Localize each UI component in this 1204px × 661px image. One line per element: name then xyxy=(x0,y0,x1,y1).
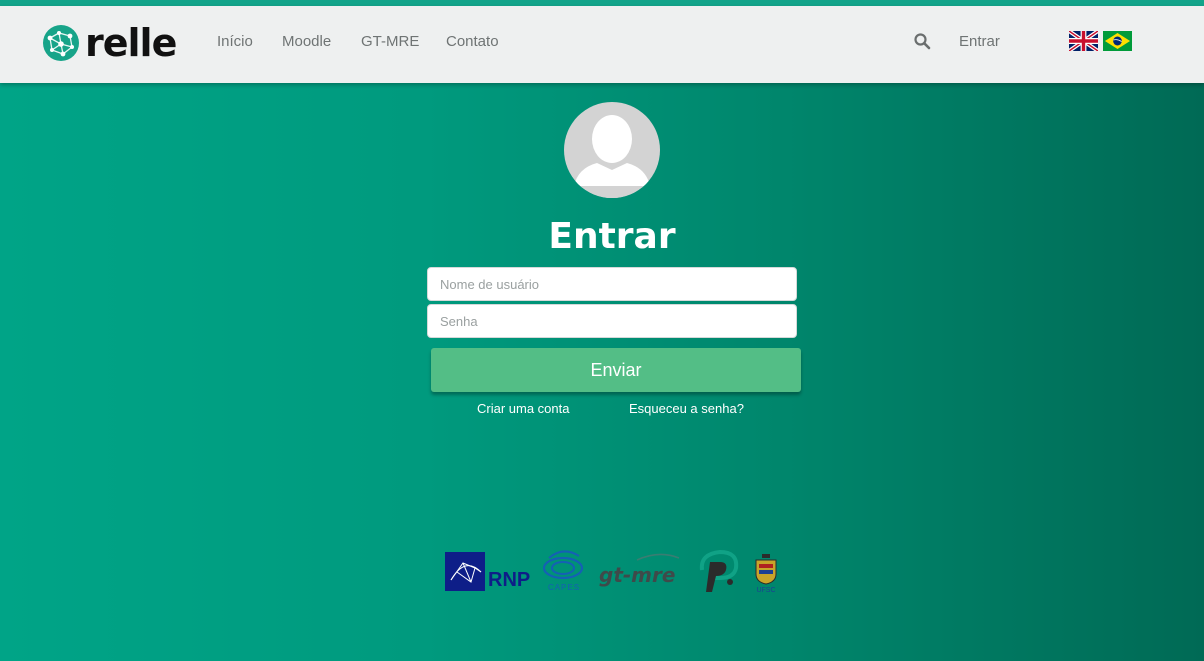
brand-logo-link[interactable]: relle xyxy=(42,21,177,65)
gt-mre-logo: gt-mre xyxy=(599,553,680,587)
brazil-flag-icon[interactable] xyxy=(1103,31,1132,51)
relle-partner-logo xyxy=(699,549,739,592)
svg-text:RNP: RNP xyxy=(488,569,530,591)
forgot-password-link[interactable]: Esqueceu a senha? xyxy=(629,401,744,416)
search-icon[interactable] xyxy=(913,32,931,50)
create-account-link[interactable]: Criar uma conta xyxy=(477,401,569,416)
nav-link-gt-mre[interactable]: GT-MRE xyxy=(361,33,419,50)
nav-link-moodle[interactable]: Moodle xyxy=(282,33,331,50)
user-avatar-icon xyxy=(564,102,660,198)
nav-link-inicio[interactable]: Início xyxy=(217,33,253,50)
submit-button[interactable]: Enviar xyxy=(431,348,801,392)
relle-network-logo-icon xyxy=(43,25,79,61)
capes-logo: CAPES xyxy=(542,550,584,592)
svg-text:gt-mre: gt-mre xyxy=(599,563,675,587)
navbar: relle Início Moodle GT-MRE Contato Entra… xyxy=(0,6,1204,83)
login-title: Entrar xyxy=(548,216,676,257)
password-input[interactable] xyxy=(427,304,797,338)
nav-login-link[interactable]: Entrar xyxy=(959,33,1000,50)
username-input[interactable] xyxy=(427,267,797,301)
nav-link-contato[interactable]: Contato xyxy=(446,33,499,50)
svg-text:CAPES: CAPES xyxy=(548,583,580,592)
ufsc-logo: UFSC xyxy=(755,554,777,594)
brand-name: relle xyxy=(85,21,177,65)
rnp-logo: RNP xyxy=(445,552,530,591)
svg-text:UFSC: UFSC xyxy=(756,587,775,594)
uk-flag-icon[interactable] xyxy=(1069,31,1098,51)
